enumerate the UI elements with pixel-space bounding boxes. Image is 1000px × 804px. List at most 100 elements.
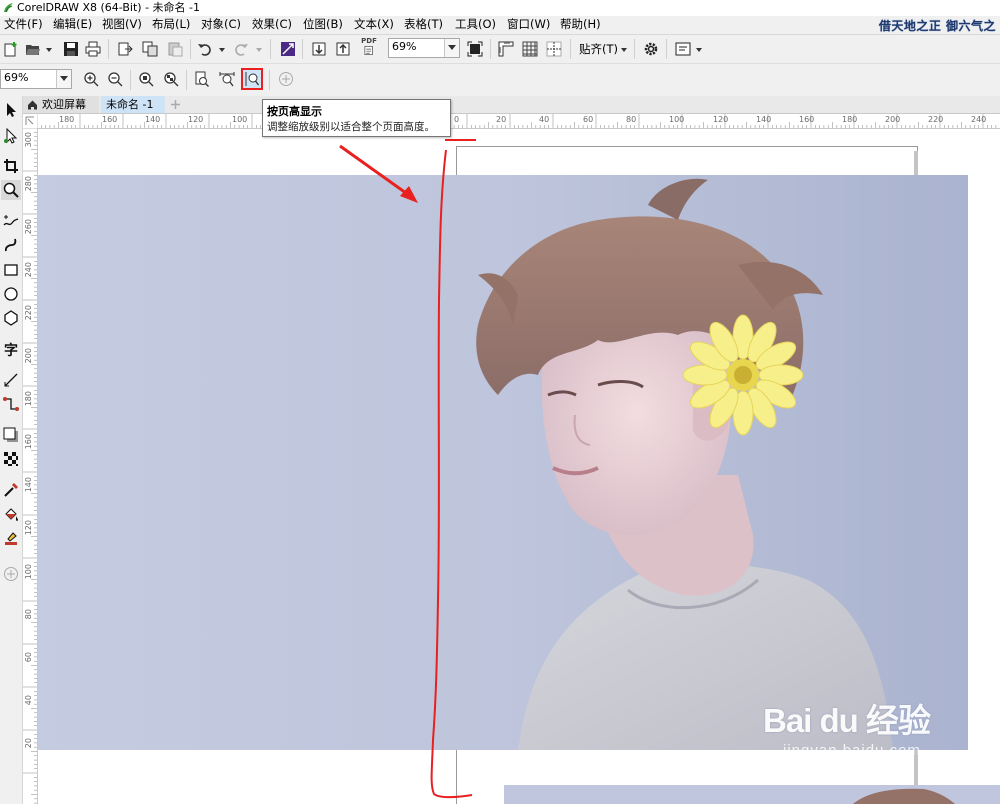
show-guidelines-icon[interactable] [545, 40, 563, 58]
new-document-icon[interactable] [2, 40, 20, 58]
undo-dropdown-caret-icon[interactable] [219, 48, 225, 52]
export-arrow-icon[interactable] [334, 40, 352, 58]
color-eyedropper-tool-icon[interactable] [1, 480, 21, 500]
menu-object[interactable]: 对象(C) [201, 17, 241, 32]
menu-layout[interactable]: 布局(L) [152, 17, 190, 32]
v-ruler-label: 220 [24, 305, 33, 321]
slogan-banner: 借天地之正 御六气之 [878, 19, 996, 33]
interactive-fill-tool-icon[interactable] [1, 504, 21, 524]
v-ruler-label: 300 [24, 132, 33, 148]
menu-window[interactable]: 窗口(W) [507, 17, 550, 32]
full-screen-preview-icon[interactable] [466, 40, 484, 58]
watermark-logo: Bai du 经验 [763, 702, 931, 739]
zoom-to-selected-icon[interactable] [137, 70, 155, 88]
v-ruler-label: 260 [24, 219, 33, 235]
menu-tools[interactable]: 工具(O) [455, 17, 496, 32]
zoom-levels-combo[interactable]: 69% [0, 69, 72, 89]
separator [666, 39, 667, 59]
rectangle-tool-icon[interactable] [1, 260, 21, 280]
save-icon[interactable] [62, 40, 80, 58]
h-ruler-label: 160 [799, 115, 815, 124]
zoom-tool-icon[interactable] [1, 180, 21, 200]
drop-shadow-tool-icon[interactable] [1, 425, 21, 445]
paste-icon[interactable] [166, 40, 184, 58]
undo-icon[interactable] [196, 40, 214, 58]
zoom-in-icon[interactable] [82, 70, 100, 88]
menu-effects[interactable]: 效果(C) [252, 17, 292, 32]
h-ruler-label: 140 [756, 115, 772, 124]
ruler-origin[interactable] [23, 114, 38, 129]
zoom-level-combo[interactable]: 69% [388, 38, 460, 58]
zoom-to-page-width-icon[interactable] [218, 70, 236, 88]
connector-tool-icon[interactable] [1, 394, 21, 414]
vertical-ruler[interactable]: 300 280 260 240 220 200 180 160 140 120 … [23, 128, 38, 804]
open-folder-icon[interactable] [24, 40, 42, 58]
placed-photo[interactable] [38, 175, 968, 750]
transparency-tool-icon[interactable] [1, 449, 21, 469]
zoom-out-icon[interactable] [106, 70, 124, 88]
title-bar: CorelDRAW X8 (64-Bit) - 未命名 -1 [0, 0, 1000, 17]
menu-text[interactable]: 文本(X) [354, 17, 394, 32]
add-tool-icon[interactable] [1, 564, 21, 584]
freehand-tool-icon[interactable] [1, 211, 21, 231]
separator [190, 39, 191, 59]
v-ruler-label: 100 [24, 564, 33, 580]
print-icon[interactable] [84, 40, 102, 58]
menu-file[interactable]: 文件(F) [4, 17, 43, 32]
v-ruler-label: 80 [24, 609, 33, 620]
shape-tool-icon[interactable] [1, 126, 21, 146]
tab-welcome-screen[interactable]: 欢迎屏幕 [23, 96, 99, 113]
menu-bitmap[interactable]: 位图(B) [303, 17, 343, 32]
standard-toolbar: PDF 69% 贴齐(T) [0, 35, 1000, 64]
zoom-to-all-objects-icon[interactable] [162, 70, 180, 88]
add-toolbar-item-icon[interactable] [277, 70, 295, 88]
portrait-photo [38, 175, 968, 750]
menu-bar: 文件(F) 编辑(E) 视图(V) 布局(L) 对象(C) 效果(C) 位图(B… [0, 16, 1000, 35]
v-ruler-label: 40 [24, 695, 33, 706]
zoom-to-page-height-icon [245, 72, 260, 86]
placed-photo-copy[interactable] [504, 785, 1000, 804]
separator [270, 39, 271, 59]
smart-fill-tool-icon[interactable] [1, 528, 21, 548]
parallel-dimension-tool-icon[interactable] [1, 370, 21, 390]
menu-table[interactable]: 表格(T) [404, 17, 443, 32]
new-tab-plus-icon[interactable] [169, 96, 183, 113]
pick-tool-icon[interactable] [1, 100, 21, 120]
ellipse-tool-icon[interactable] [1, 284, 21, 304]
import-arrow-icon[interactable] [310, 40, 328, 58]
zoom-dropdown-button[interactable] [444, 39, 459, 57]
search-content-icon[interactable] [279, 40, 297, 58]
tooltip-description: 调整缩放级别以适合整个页面高度。 [267, 121, 435, 133]
zoom-to-page-height-button[interactable] [241, 68, 263, 90]
h-ruler-label: 40 [539, 115, 550, 124]
zoom-levels-dropdown-button[interactable] [56, 70, 71, 88]
separator [634, 39, 635, 59]
show-grid-icon[interactable] [521, 40, 539, 58]
snap-dropdown-caret-icon[interactable] [621, 48, 627, 52]
text-tool-icon[interactable]: 字 [1, 339, 21, 359]
toolbox: 字 [0, 96, 23, 804]
launcher-dropdown-caret-icon[interactable] [696, 48, 702, 52]
publish-pdf-icon[interactable]: PDF [358, 38, 380, 56]
horizontal-ruler[interactable]: 180 160 140 120 100 0 20 40 60 80 100 12… [37, 114, 1000, 129]
snap-to-menu[interactable]: 贴齐(T) [579, 41, 618, 57]
application-launcher-icon[interactable] [674, 40, 692, 58]
show-rulers-icon[interactable] [497, 40, 515, 58]
tooltip: 按页高显示 调整缩放级别以适合整个页面高度。 [262, 99, 451, 137]
menu-view[interactable]: 视图(V) [102, 17, 142, 32]
copy-icon[interactable] [141, 40, 159, 58]
separator [108, 39, 109, 59]
open-dropdown-caret-icon[interactable] [46, 48, 52, 52]
crop-tool-icon[interactable] [1, 156, 21, 176]
tab-document[interactable]: 未命名 -1 [101, 96, 165, 113]
options-gear-icon[interactable] [642, 40, 660, 58]
drawing-canvas[interactable]: Bai du 经验 jingyan.baidu.com [38, 129, 1000, 804]
menu-edit[interactable]: 编辑(E) [53, 17, 92, 32]
import-icon[interactable] [116, 40, 134, 58]
zoom-levels-value: 69% [4, 71, 29, 84]
separator [302, 39, 303, 59]
zoom-to-page-icon[interactable] [193, 70, 211, 88]
polygon-tool-icon[interactable] [1, 308, 21, 328]
menu-help[interactable]: 帮助(H) [560, 17, 601, 32]
artistic-media-tool-icon[interactable] [1, 235, 21, 255]
